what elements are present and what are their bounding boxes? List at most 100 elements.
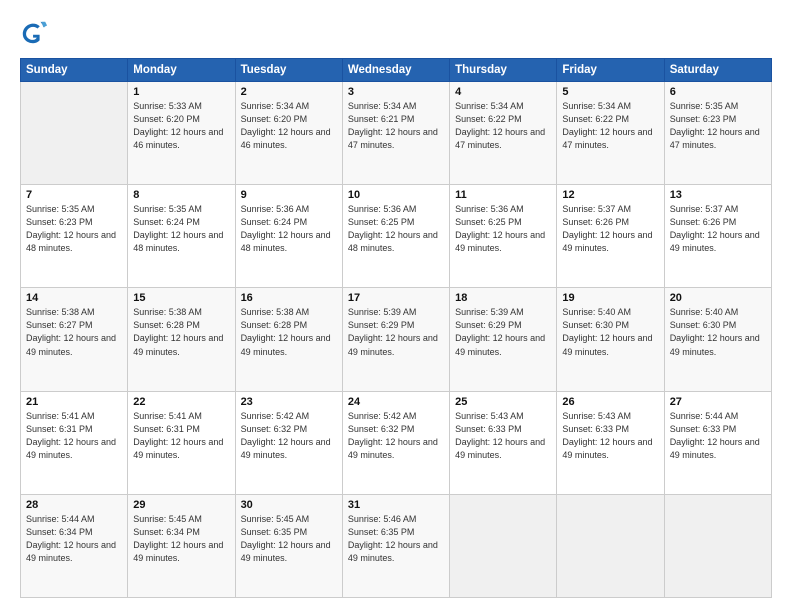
day-info: Sunrise: 5:45 AM Sunset: 6:35 PM Dayligh… [241, 513, 337, 565]
calendar-cell [557, 494, 664, 597]
day-info: Sunrise: 5:38 AM Sunset: 6:28 PM Dayligh… [133, 306, 229, 358]
day-info: Sunrise: 5:44 AM Sunset: 6:34 PM Dayligh… [26, 513, 122, 565]
calendar-cell: 1 Sunrise: 5:33 AM Sunset: 6:20 PM Daylig… [128, 82, 235, 185]
day-info: Sunrise: 5:36 AM Sunset: 6:24 PM Dayligh… [241, 203, 337, 255]
day-number: 18 [455, 292, 551, 304]
day-info: Sunrise: 5:43 AM Sunset: 6:33 PM Dayligh… [562, 410, 658, 462]
day-info: Sunrise: 5:45 AM Sunset: 6:34 PM Dayligh… [133, 513, 229, 565]
calendar-cell: 29 Sunrise: 5:45 AM Sunset: 6:34 PM Dayli… [128, 494, 235, 597]
day-info: Sunrise: 5:40 AM Sunset: 6:30 PM Dayligh… [670, 306, 766, 358]
calendar-cell: 3 Sunrise: 5:34 AM Sunset: 6:21 PM Daylig… [342, 82, 449, 185]
calendar-cell: 15 Sunrise: 5:38 AM Sunset: 6:28 PM Dayli… [128, 288, 235, 391]
week-row-1: 1 Sunrise: 5:33 AM Sunset: 6:20 PM Daylig… [21, 82, 772, 185]
day-number: 11 [455, 189, 551, 201]
week-row-4: 21 Sunrise: 5:41 AM Sunset: 6:31 PM Dayli… [21, 391, 772, 494]
day-number: 8 [133, 189, 229, 201]
calendar-cell: 19 Sunrise: 5:40 AM Sunset: 6:30 PM Dayli… [557, 288, 664, 391]
day-info: Sunrise: 5:36 AM Sunset: 6:25 PM Dayligh… [455, 203, 551, 255]
day-number: 10 [348, 189, 444, 201]
calendar-cell: 20 Sunrise: 5:40 AM Sunset: 6:30 PM Dayli… [664, 288, 771, 391]
calendar-cell: 18 Sunrise: 5:39 AM Sunset: 6:29 PM Dayli… [450, 288, 557, 391]
day-info: Sunrise: 5:35 AM Sunset: 6:23 PM Dayligh… [26, 203, 122, 255]
day-number: 2 [241, 86, 337, 98]
day-number: 22 [133, 396, 229, 408]
day-number: 28 [26, 499, 122, 511]
day-number: 12 [562, 189, 658, 201]
calendar-cell: 4 Sunrise: 5:34 AM Sunset: 6:22 PM Daylig… [450, 82, 557, 185]
calendar-cell: 2 Sunrise: 5:34 AM Sunset: 6:20 PM Daylig… [235, 82, 342, 185]
calendar-cell [664, 494, 771, 597]
day-info: Sunrise: 5:34 AM Sunset: 6:22 PM Dayligh… [455, 100, 551, 152]
day-number: 14 [26, 292, 122, 304]
day-info: Sunrise: 5:35 AM Sunset: 6:23 PM Dayligh… [670, 100, 766, 152]
day-number: 27 [670, 396, 766, 408]
weekday-header-tuesday: Tuesday [235, 59, 342, 82]
day-info: Sunrise: 5:36 AM Sunset: 6:25 PM Dayligh… [348, 203, 444, 255]
day-number: 1 [133, 86, 229, 98]
weekday-header-sunday: Sunday [21, 59, 128, 82]
day-number: 6 [670, 86, 766, 98]
calendar-cell: 6 Sunrise: 5:35 AM Sunset: 6:23 PM Daylig… [664, 82, 771, 185]
calendar-cell: 13Sunrise: 5:37 AM Sunset: 6:26 PM Dayli… [664, 185, 771, 288]
calendar-cell: 10 Sunrise: 5:36 AM Sunset: 6:25 PM Dayli… [342, 185, 449, 288]
weekday-header-saturday: Saturday [664, 59, 771, 82]
calendar-cell: 28 Sunrise: 5:44 AM Sunset: 6:34 PM Dayli… [21, 494, 128, 597]
day-number: 5 [562, 86, 658, 98]
day-number: 23 [241, 396, 337, 408]
day-info: Sunrise: 5:41 AM Sunset: 6:31 PM Dayligh… [26, 410, 122, 462]
calendar-table: SundayMondayTuesdayWednesdayThursdayFrid… [20, 58, 772, 598]
week-row-2: 7 Sunrise: 5:35 AM Sunset: 6:23 PM Daylig… [21, 185, 772, 288]
day-info: Sunrise: 5:37 AM Sunset: 6:26 PM Dayligh… [562, 203, 658, 255]
day-info: Sunrise: 5:33 AM Sunset: 6:20 PM Dayligh… [133, 100, 229, 152]
day-info: Sunrise: 5:34 AM Sunset: 6:20 PM Dayligh… [241, 100, 337, 152]
calendar-cell: 8 Sunrise: 5:35 AM Sunset: 6:24 PM Daylig… [128, 185, 235, 288]
calendar-cell: 11 Sunrise: 5:36 AM Sunset: 6:25 PM Dayli… [450, 185, 557, 288]
day-info: Sunrise: 5:46 AM Sunset: 6:35 PM Dayligh… [348, 513, 444, 565]
calendar-cell: 21 Sunrise: 5:41 AM Sunset: 6:31 PM Dayli… [21, 391, 128, 494]
day-number: 26 [562, 396, 658, 408]
day-info: Sunrise: 5:38 AM Sunset: 6:27 PM Dayligh… [26, 306, 122, 358]
day-number: 31 [348, 499, 444, 511]
weekday-header-row: SundayMondayTuesdayWednesdayThursdayFrid… [21, 59, 772, 82]
day-info: Sunrise: 5:34 AM Sunset: 6:22 PM Dayligh… [562, 100, 658, 152]
day-number: 29 [133, 499, 229, 511]
day-number: 21 [26, 396, 122, 408]
day-number: 19 [562, 292, 658, 304]
day-info: Sunrise: 5:39 AM Sunset: 6:29 PM Dayligh… [455, 306, 551, 358]
day-info: Sunrise: 5:39 AM Sunset: 6:29 PM Dayligh… [348, 306, 444, 358]
calendar-cell [450, 494, 557, 597]
day-info: Sunrise: 5:43 AM Sunset: 6:33 PM Dayligh… [455, 410, 551, 462]
calendar-cell: 24Sunrise: 5:42 AM Sunset: 6:32 PM Dayli… [342, 391, 449, 494]
calendar-cell [21, 82, 128, 185]
day-info: Sunrise: 5:35 AM Sunset: 6:24 PM Dayligh… [133, 203, 229, 255]
calendar-cell: 12 Sunrise: 5:37 AM Sunset: 6:26 PM Dayli… [557, 185, 664, 288]
calendar-cell: 26 Sunrise: 5:43 AM Sunset: 6:33 PM Dayli… [557, 391, 664, 494]
day-number: 16 [241, 292, 337, 304]
calendar-cell: 27Sunrise: 5:44 AM Sunset: 6:33 PM Dayli… [664, 391, 771, 494]
calendar-cell: 25Sunrise: 5:43 AM Sunset: 6:33 PM Dayli… [450, 391, 557, 494]
day-number: 15 [133, 292, 229, 304]
calendar-cell: 14 Sunrise: 5:38 AM Sunset: 6:27 PM Dayli… [21, 288, 128, 391]
logo-icon [20, 18, 48, 46]
day-info: Sunrise: 5:42 AM Sunset: 6:32 PM Dayligh… [348, 410, 444, 462]
week-row-5: 28 Sunrise: 5:44 AM Sunset: 6:34 PM Dayli… [21, 494, 772, 597]
calendar-cell: 22Sunrise: 5:41 AM Sunset: 6:31 PM Dayli… [128, 391, 235, 494]
header [20, 18, 772, 46]
day-info: Sunrise: 5:40 AM Sunset: 6:30 PM Dayligh… [562, 306, 658, 358]
day-number: 30 [241, 499, 337, 511]
day-number: 3 [348, 86, 444, 98]
calendar-cell: 9Sunrise: 5:36 AM Sunset: 6:24 PM Daylig… [235, 185, 342, 288]
weekday-header-wednesday: Wednesday [342, 59, 449, 82]
day-info: Sunrise: 5:34 AM Sunset: 6:21 PM Dayligh… [348, 100, 444, 152]
day-number: 4 [455, 86, 551, 98]
weekday-header-friday: Friday [557, 59, 664, 82]
calendar-cell: 17 Sunrise: 5:39 AM Sunset: 6:29 PM Dayli… [342, 288, 449, 391]
day-info: Sunrise: 5:38 AM Sunset: 6:28 PM Dayligh… [241, 306, 337, 358]
day-number: 7 [26, 189, 122, 201]
page: SundayMondayTuesdayWednesdayThursdayFrid… [0, 0, 792, 612]
week-row-3: 14 Sunrise: 5:38 AM Sunset: 6:27 PM Dayli… [21, 288, 772, 391]
day-number: 17 [348, 292, 444, 304]
day-number: 20 [670, 292, 766, 304]
day-info: Sunrise: 5:42 AM Sunset: 6:32 PM Dayligh… [241, 410, 337, 462]
calendar-cell: 23 Sunrise: 5:42 AM Sunset: 6:32 PM Dayli… [235, 391, 342, 494]
